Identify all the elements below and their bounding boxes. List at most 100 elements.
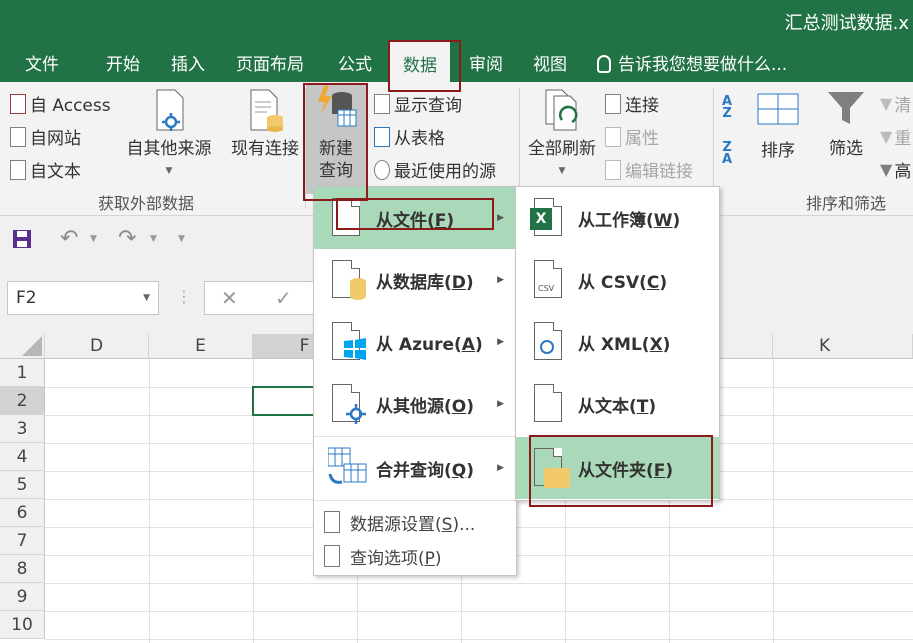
recent-sources-button[interactable]: 最近使用的源 [374, 157, 496, 182]
from-access-button[interactable]: 自 Access [10, 91, 111, 116]
tab-home[interactable]: 开始 [106, 50, 140, 75]
cancel-icon[interactable]: ✕ [221, 286, 238, 310]
show-queries-label: 显示查询 [394, 96, 462, 116]
edit-links-button[interactable]: 编辑链接 [605, 157, 693, 182]
select-all-corner[interactable] [0, 334, 45, 359]
menu-item-from-workbook[interactable]: X 从工作簿(W) [516, 187, 719, 249]
menu-item-from-database-label: 从数据库(D) [376, 272, 474, 293]
reapply-filter-button[interactable]: ▼ 重 [880, 124, 911, 149]
advanced-filter-icon: ▼ [880, 160, 893, 179]
menu-item-from-other-sources[interactable]: 从其他源(O) ▶ [314, 373, 516, 435]
name-box-value: F2 [16, 288, 37, 308]
menu-item-combine-queries[interactable]: 合并查询(Q) ▶ [314, 437, 516, 499]
menu-item-from-workbook-label: 从工作簿(W) [578, 210, 681, 231]
web-icon [10, 126, 26, 147]
sort-ascending-button[interactable]: A Z [722, 95, 732, 120]
row-header-4[interactable]: 4 [0, 443, 45, 471]
data-source-settings-icon [324, 511, 340, 533]
sort-button[interactable]: 排序 [752, 92, 804, 162]
row-header-6[interactable]: 6 [0, 499, 45, 527]
combine-tables-icon [327, 446, 368, 490]
chevron-down-icon[interactable]: ▼ [90, 234, 97, 244]
from-other-sources-label: 自其他来源 [126, 139, 212, 159]
gridline [45, 639, 913, 640]
filter-button[interactable]: 筛选 [820, 90, 872, 160]
menu-item-data-source-settings[interactable]: 数据源设置(S)... [314, 507, 516, 537]
row-header-2[interactable]: 2 [0, 387, 45, 415]
refresh-icon [545, 89, 578, 131]
enter-check-icon[interactable]: ✓ [275, 286, 292, 310]
azure-windows-icon [328, 320, 368, 364]
gridline [45, 611, 913, 612]
customize-qat-icon[interactable]: ▼ [178, 234, 185, 244]
row-header-3[interactable]: 3 [0, 415, 45, 443]
submenu-arrow-icon: ▶ [497, 213, 504, 223]
file-icon [328, 196, 368, 240]
tab-data[interactable]: 数据 [390, 42, 450, 82]
menu-item-from-text[interactable]: 从文本(T) [516, 373, 719, 435]
tab-formulas[interactable]: 公式 [338, 50, 372, 75]
from-web-button[interactable]: 自网站 [10, 124, 81, 149]
tab-insert[interactable]: 插入 [171, 50, 205, 75]
chevron-down-icon[interactable]: ▼ [150, 234, 157, 244]
show-queries-button[interactable]: 显示查询 [374, 91, 462, 116]
column-header-d[interactable]: D [45, 334, 149, 359]
tab-file[interactable]: 文件 [25, 50, 59, 75]
from-text-button[interactable]: 自文本 [10, 157, 81, 182]
menu-item-from-azure[interactable]: 从 Azure(A) ▶ [314, 311, 516, 373]
new-query-button[interactable]: 新建 查询 [306, 84, 366, 194]
row-header-9[interactable]: 9 [0, 583, 45, 611]
from-access-label: 自 Access [30, 96, 111, 116]
menu-item-data-source-settings-label: 数据源设置(S)... [350, 514, 476, 535]
menu-item-from-file[interactable]: 从文件(F) ▶ [314, 187, 516, 249]
tab-view[interactable]: 视图 [533, 50, 567, 75]
menu-divider [314, 500, 516, 501]
menu-item-from-xml[interactable]: 从 XML(X) [516, 311, 719, 373]
clock-icon [374, 159, 390, 180]
filter-funnel-icon [828, 92, 864, 124]
refresh-all-label: 全部刷新 [528, 139, 596, 159]
formula-actions: ✕ ✓ [204, 281, 324, 315]
gridline [773, 359, 774, 643]
menu-item-from-database[interactable]: 从数据库(D) ▶ [314, 249, 516, 311]
from-table-button[interactable]: 从表格 [374, 124, 445, 149]
from-text-label: 自文本 [30, 162, 81, 182]
row-header-10[interactable]: 10 [0, 611, 45, 639]
query-options-icon [324, 545, 340, 567]
properties-button[interactable]: 属性 [605, 124, 659, 149]
csv-file-icon: CSV [530, 258, 570, 302]
name-box[interactable]: F2 ▼ [7, 281, 159, 315]
column-header-e[interactable]: E [149, 334, 253, 359]
from-other-sources-button[interactable]: 自其他来源 ▼ [122, 88, 216, 182]
menu-item-query-options[interactable]: 查询选项(P) [314, 541, 516, 571]
row-header-1[interactable]: 1 [0, 359, 45, 387]
sort-descending-button[interactable]: Z A [722, 141, 732, 166]
existing-connections-button[interactable]: 现有连接 [226, 88, 304, 160]
connections-button[interactable]: 连接 [605, 91, 659, 116]
submenu-arrow-icon: ▶ [497, 275, 504, 285]
menu-item-from-azure-label: 从 Azure(A) [376, 334, 483, 355]
edit-links-icon [605, 159, 621, 180]
menu-item-from-csv[interactable]: CSV 从 CSV(C) [516, 249, 719, 311]
advanced-filter-button[interactable]: ▼ 高 [880, 157, 911, 182]
table-icon [374, 126, 390, 147]
undo-icon[interactable]: ↶ [60, 226, 78, 251]
refresh-all-button[interactable]: 全部刷新 ▼ [522, 88, 602, 182]
from-web-label: 自网站 [30, 129, 81, 149]
row-header-5[interactable]: 5 [0, 471, 45, 499]
redo-icon[interactable]: ↷ [118, 226, 136, 251]
row-header-8[interactable]: 8 [0, 555, 45, 583]
clear-filter-button[interactable]: ▼ 清 [880, 91, 911, 116]
row-header-7[interactable]: 7 [0, 527, 45, 555]
menu-item-from-folder[interactable]: 从文件夹(F) [516, 437, 719, 499]
tab-review[interactable]: 审阅 [469, 50, 503, 75]
column-header-k[interactable]: K [773, 334, 913, 359]
save-icon[interactable] [12, 229, 32, 249]
clear-filter-icon: ▼ [880, 94, 893, 113]
tell-me-box[interactable]: 告诉我您想要做什么... [597, 50, 787, 75]
menu-item-query-options-label: 查询选项(P) [350, 548, 442, 569]
text-file-icon [530, 382, 570, 426]
properties-label: 属性 [625, 129, 659, 149]
tab-page-layout[interactable]: 页面布局 [236, 50, 304, 75]
other-sources-icon [156, 89, 184, 131]
